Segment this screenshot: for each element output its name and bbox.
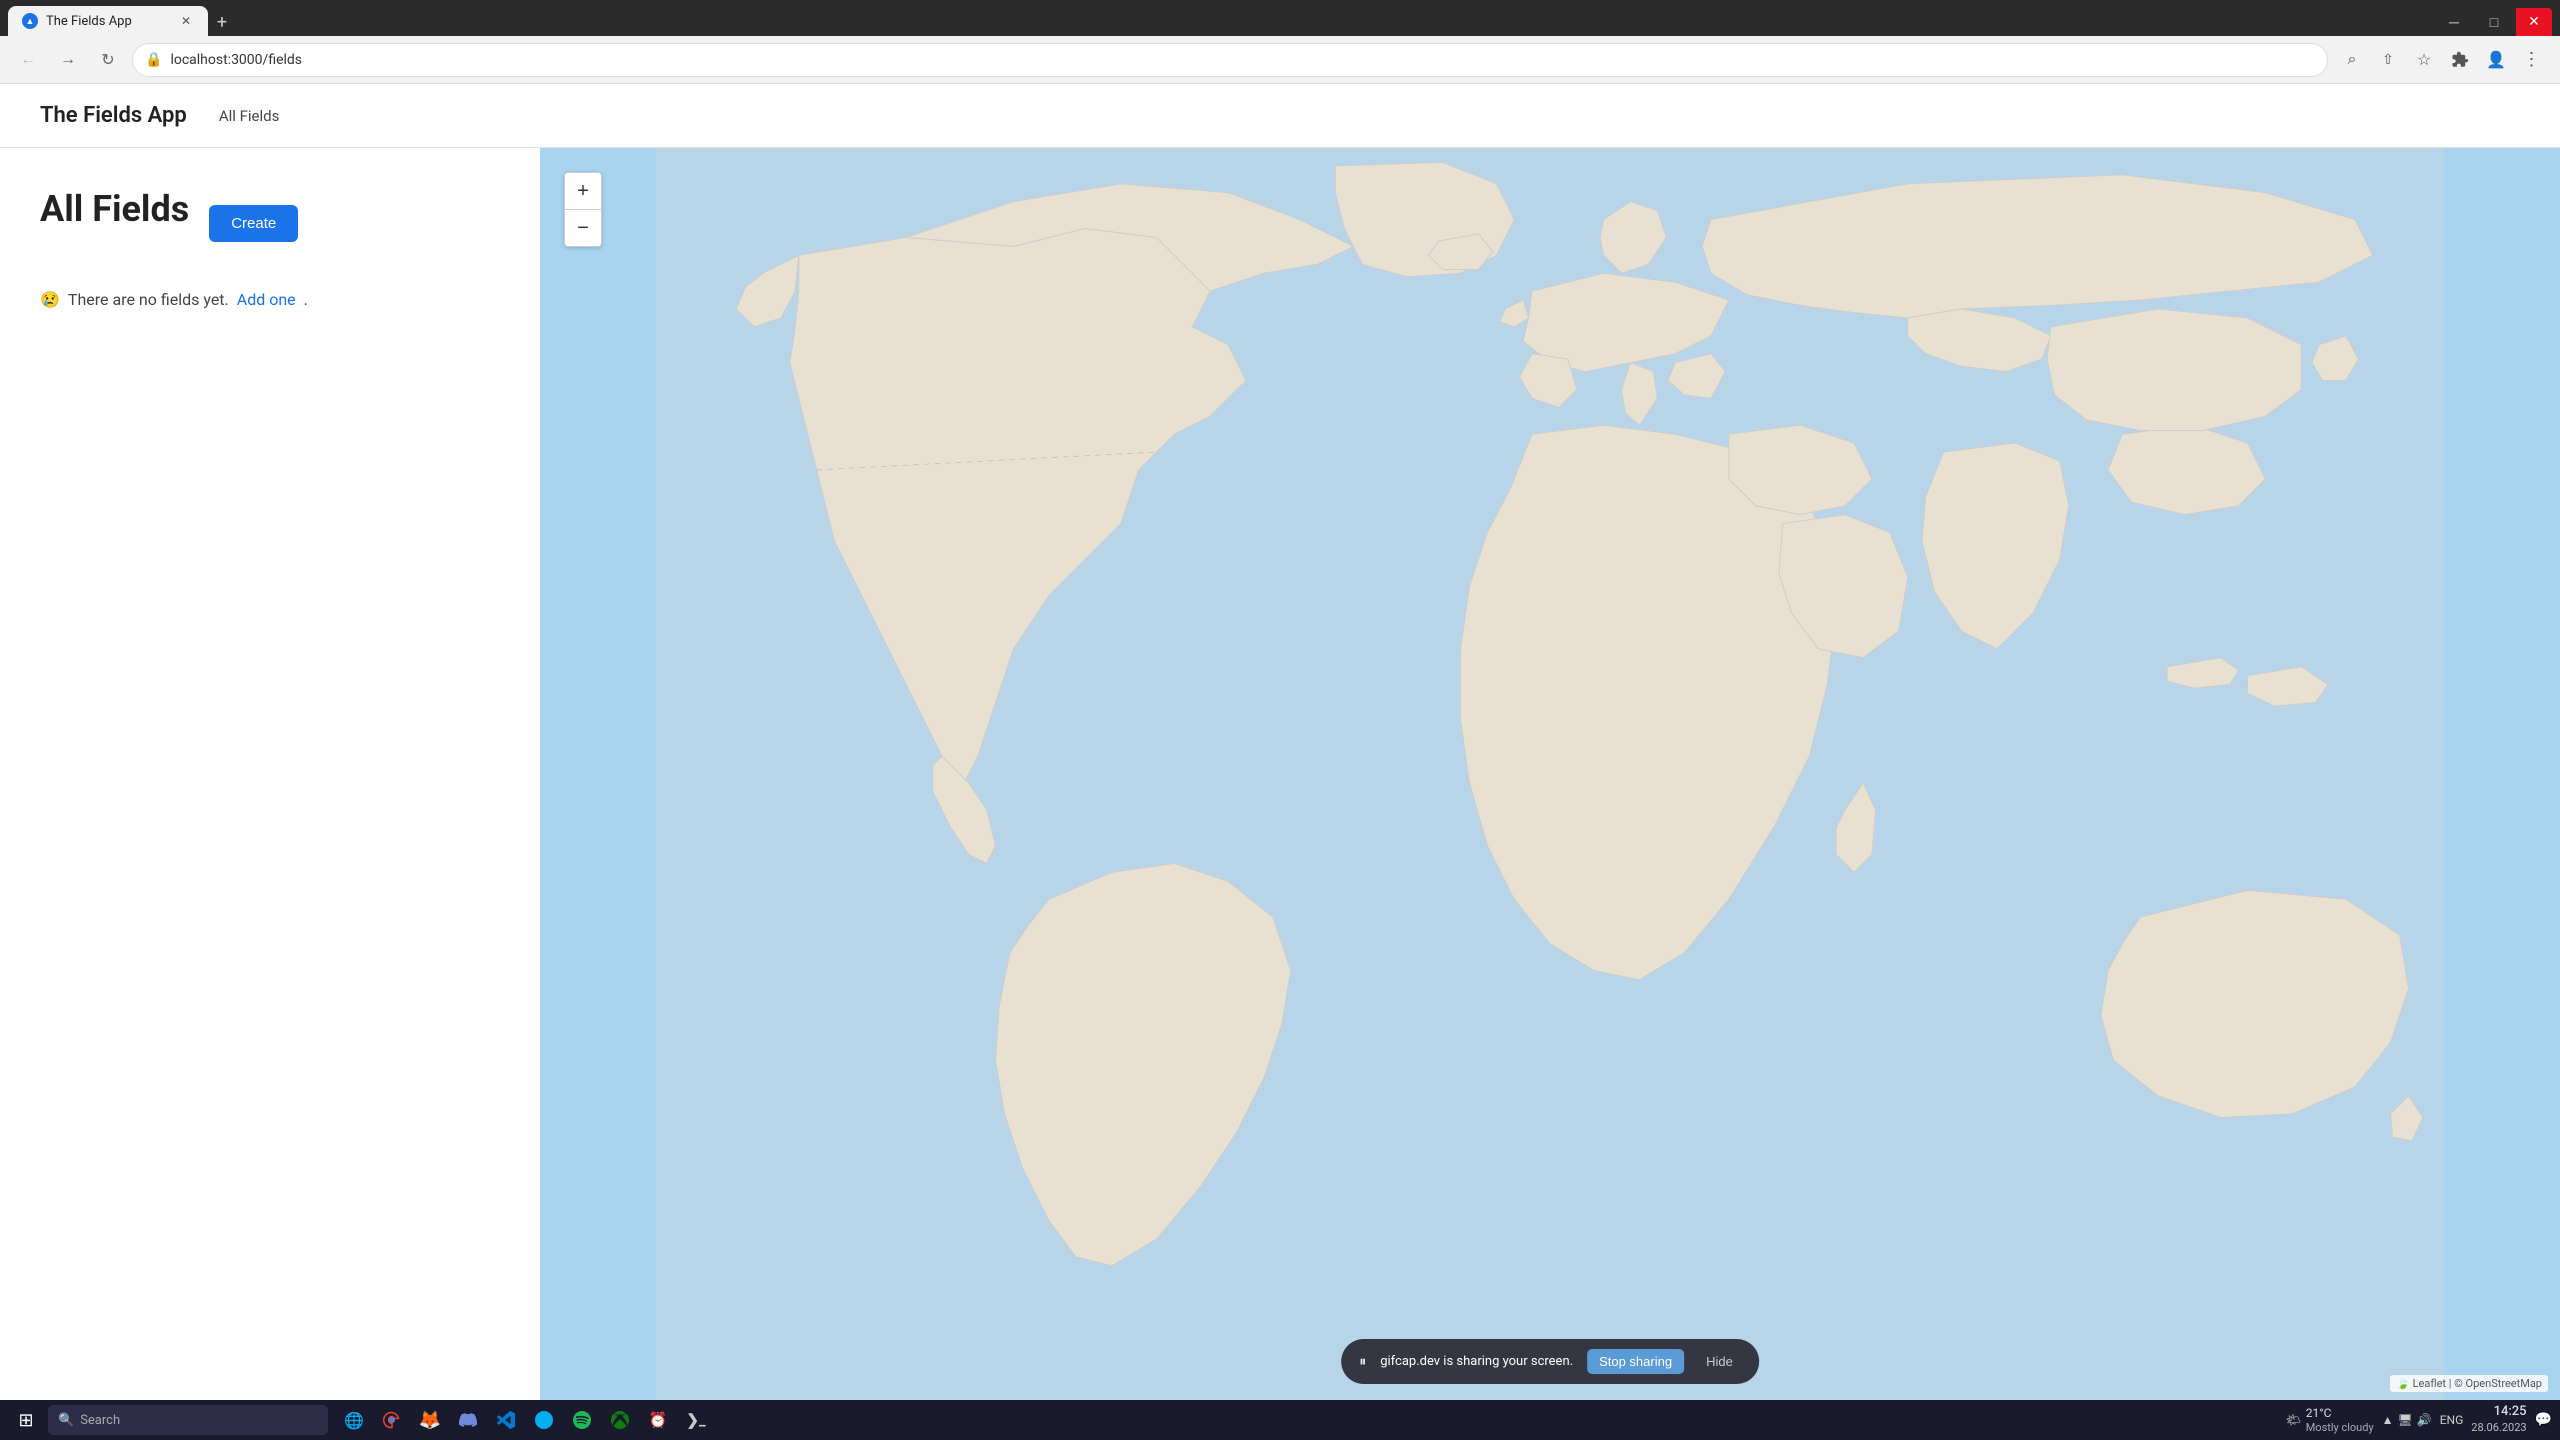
left-panel: All Fields Create 😢 There are no fields …	[0, 148, 540, 1400]
firefox-app[interactable]: 🦊	[412, 1402, 448, 1438]
zoom-out-button[interactable]: −	[565, 210, 601, 246]
vscode-app[interactable]	[488, 1402, 524, 1438]
address-bar[interactable]: 🔒 localhost:3000/fields	[132, 43, 2328, 77]
skype-app[interactable]	[526, 1402, 562, 1438]
menu-button[interactable]: ⋮	[2516, 44, 2548, 76]
forward-button[interactable]: →	[52, 44, 84, 76]
windows-taskbar: ⊞ 🔍 Search 🌐 🦊 ⏰ ❯_ 🌤 21	[0, 1400, 2560, 1440]
window-maximize-button[interactable]: □	[2476, 8, 2512, 36]
taskbar-search-box[interactable]: 🔍 Search	[48, 1405, 328, 1435]
back-button[interactable]: ←	[12, 44, 44, 76]
map-zoom-controls: + −	[564, 172, 602, 247]
chrome-app[interactable]	[374, 1402, 410, 1438]
map-attribution: 🍃 Leaflet | © OpenStreetMap	[2390, 1375, 2548, 1392]
weather-icon: 🌤	[2285, 1413, 2300, 1427]
share-button[interactable]: ⇧	[2372, 44, 2404, 76]
main-content: All Fields Create 😢 There are no fields …	[0, 148, 2560, 1400]
empty-period: .	[304, 290, 308, 309]
url-text: localhost:3000/fields	[170, 52, 302, 68]
map-area[interactable]: + − 🍃 Leaflet | © OpenStreetMap ⏸ gifcap…	[540, 148, 2560, 1400]
toolbar-actions: ⌕ ⇧ ☆ 👤 ⋮	[2336, 44, 2548, 76]
tab-favicon: ▲	[22, 13, 38, 29]
security-icon: 🔒	[145, 52, 162, 68]
search-toolbar-button[interactable]: ⌕	[2336, 44, 2368, 76]
clock-time: 14:25	[2471, 1404, 2526, 1421]
browser-titlebar: ▲ The Fields App ✕ + ─ □ ✕	[0, 0, 2560, 36]
start-button[interactable]: ⊞	[8, 1404, 44, 1436]
discord-app[interactable]	[450, 1402, 486, 1438]
taskbar-clock[interactable]: 14:25 28.06.2023	[2471, 1404, 2526, 1435]
browser-toolbar: ← → ↻ 🔒 localhost:3000/fields ⌕ ⇧ ☆ 👤 ⋮	[0, 36, 2560, 84]
notification-icon[interactable]: 💬	[2535, 1412, 2552, 1428]
volume-icon[interactable]: 🔊	[2417, 1413, 2432, 1427]
create-button[interactable]: Create	[209, 205, 298, 242]
app-navigation: The Fields App All Fields	[0, 84, 2560, 148]
osm-attribution: | © OpenStreetMap	[2449, 1377, 2542, 1390]
language-indicator[interactable]: ENG	[2440, 1413, 2464, 1427]
weather-temp: 21°C	[2306, 1406, 2374, 1420]
up-arrow-icon[interactable]: ▲	[2382, 1413, 2394, 1427]
window-minimize-button[interactable]: ─	[2436, 8, 2472, 36]
sharing-bar-text: gifcap.dev is sharing your screen.	[1380, 1354, 1573, 1369]
weather-desc: Mostly cloudy	[2306, 1421, 2374, 1434]
hide-sharing-bar-button[interactable]: Hide	[1698, 1349, 1741, 1374]
world-map-svg	[540, 148, 2560, 1400]
screen-icon[interactable]: 🖥	[2398, 1413, 2413, 1427]
app-container: The Fields App All Fields All Fields Cre…	[0, 84, 2560, 1400]
browser-tab[interactable]: ▲ The Fields App ✕	[8, 6, 208, 36]
title-row: All Fields Create	[40, 188, 500, 258]
tab-close-button[interactable]: ✕	[178, 13, 194, 29]
clock-app[interactable]: ⏰	[640, 1402, 676, 1438]
zoom-in-button[interactable]: +	[565, 173, 601, 209]
terminal-app[interactable]: ❯_	[678, 1402, 714, 1438]
taskbar-search-icon: 🔍	[58, 1413, 74, 1428]
empty-emoji: 😢	[40, 290, 60, 309]
app-logo: The Fields App	[40, 103, 187, 128]
nav-link-all-fields[interactable]: All Fields	[219, 107, 280, 125]
sharing-pause-icon: ⏸	[1359, 1354, 1366, 1370]
window-close-button[interactable]: ✕	[2516, 8, 2552, 36]
xbox-app[interactable]	[602, 1402, 638, 1438]
taskbar-search-text: Search	[80, 1413, 120, 1428]
spotify-app[interactable]	[564, 1402, 600, 1438]
empty-text: There are no fields yet.	[68, 290, 229, 309]
system-tray-icons: ▲ 🖥 🔊	[2382, 1413, 2432, 1427]
taskbar-app-list: 🌐 🦊 ⏰ ❯_	[336, 1402, 714, 1438]
refresh-button[interactable]: ↻	[92, 44, 124, 76]
screen-sharing-bar: ⏸ gifcap.dev is sharing your screen. Sto…	[1341, 1339, 1759, 1384]
tab-title: The Fields App	[46, 14, 132, 29]
stop-sharing-button[interactable]: Stop sharing	[1587, 1349, 1684, 1374]
new-tab-button[interactable]: +	[208, 8, 236, 36]
empty-message: 😢 There are no fields yet. Add one .	[40, 290, 500, 309]
extensions-button[interactable]	[2444, 44, 2476, 76]
profile-button[interactable]: 👤	[2480, 44, 2512, 76]
add-one-link[interactable]: Add one	[237, 290, 296, 309]
taskbar-right-area: 🌤 21°C Mostly cloudy ▲ 🖥 🔊 ENG 14:25 28.…	[2285, 1404, 2552, 1435]
bookmark-button[interactable]: ☆	[2408, 44, 2440, 76]
weather-widget[interactable]: 🌤 21°C Mostly cloudy	[2285, 1406, 2373, 1434]
leaflet-attribution: 🍃 Leaflet	[2396, 1377, 2446, 1390]
edge-app[interactable]: 🌐	[336, 1402, 372, 1438]
page-title: All Fields	[40, 188, 189, 230]
clock-date: 28.06.2023	[2471, 1421, 2526, 1435]
